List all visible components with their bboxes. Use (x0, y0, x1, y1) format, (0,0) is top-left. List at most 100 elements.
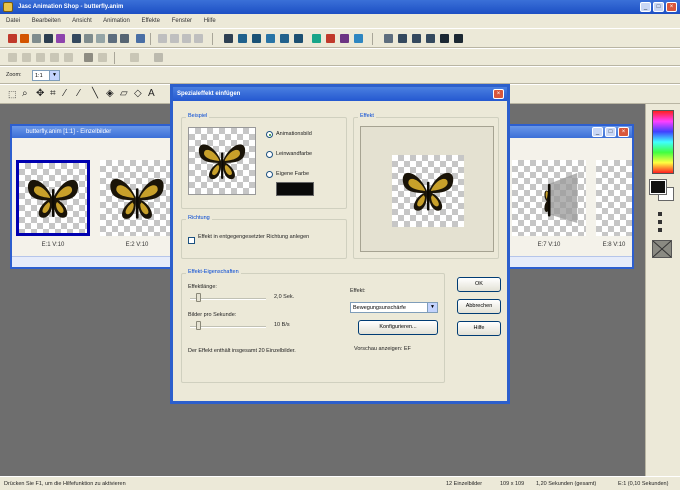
onion-skin-icon[interactable] (98, 53, 107, 62)
text-effect-icon[interactable] (280, 34, 289, 43)
configure-button[interactable]: Konfigurieren... (358, 320, 438, 335)
custom-color-swatch[interactable] (276, 182, 314, 196)
sample-preview (188, 127, 256, 195)
paste-new-icon[interactable] (108, 34, 117, 43)
color-spectrum[interactable] (652, 110, 674, 174)
menu-edit[interactable]: Bearbeiten (32, 18, 61, 24)
reverse-direction-checkbox[interactable] (188, 237, 195, 244)
menu-effects[interactable]: Effekte (141, 18, 160, 24)
playback-toolbar (0, 48, 680, 66)
chevron-down-icon: ▼ (427, 303, 437, 312)
optimize-icon[interactable] (340, 34, 349, 43)
effect-select[interactable]: Bewegungsunschärfe ▼ (350, 302, 438, 313)
main-toolbar (0, 28, 680, 48)
resize-icon[interactable] (326, 34, 335, 43)
brush-icon[interactable]: ⁄ (78, 88, 80, 99)
palette-icon[interactable] (130, 53, 139, 62)
frame-thumbnail-2[interactable] (100, 160, 174, 236)
scan-icon[interactable] (32, 34, 41, 43)
first-frame-icon[interactable] (8, 53, 17, 62)
ok-button[interactable]: OK (457, 277, 501, 292)
radio-custom-color[interactable] (266, 171, 273, 178)
help-pointer-icon[interactable] (440, 34, 449, 43)
menu-view[interactable]: Ansicht (72, 18, 92, 24)
chevron-down-icon: ▼ (49, 71, 59, 80)
palette-option-icon[interactable] (658, 228, 662, 232)
close-button[interactable]: × (666, 2, 677, 12)
status-frame-count: 12 Einzelbilder (446, 481, 483, 487)
select-arrow-icon[interactable]: ⬚ (8, 89, 17, 100)
image-transition-icon[interactable] (252, 34, 261, 43)
radio-animation-frame-label: Animationsbild (276, 131, 312, 137)
grid-icon[interactable] (154, 53, 163, 62)
copy-icon[interactable] (84, 34, 93, 43)
menu-animation[interactable]: Animation (103, 18, 130, 24)
butterfly-image (402, 172, 454, 211)
zoom-icon[interactable]: ⌕ (22, 88, 28, 99)
minimize-button[interactable]: _ (640, 2, 651, 12)
shape-icon[interactable]: ◇ (134, 88, 142, 99)
undo-list-icon[interactable] (182, 34, 191, 43)
radio-animation-frame[interactable] (266, 131, 273, 138)
paste-icon[interactable] (96, 34, 105, 43)
eraser-icon[interactable]: ▱ (120, 88, 128, 99)
effect-length-slider[interactable] (195, 293, 201, 302)
new-icon[interactable] (8, 34, 17, 43)
effect-preview-group: Effekt (353, 113, 499, 259)
preview-icon[interactable] (354, 34, 363, 43)
foreground-color-swatch[interactable] (649, 179, 667, 195)
last-frame-icon[interactable] (64, 53, 73, 62)
tile-icon[interactable] (412, 34, 421, 43)
redo-list-icon[interactable] (194, 34, 203, 43)
menu-window[interactable]: Fenster (172, 18, 192, 24)
animation-wizard-icon[interactable] (136, 34, 145, 43)
radio-canvas-color[interactable] (266, 151, 273, 158)
crop-icon[interactable] (312, 34, 321, 43)
frame-view-icon[interactable] (84, 53, 93, 62)
frame-thumbnail-8[interactable] (596, 160, 632, 236)
frame-thumbnail-1[interactable] (16, 160, 90, 236)
dropper-icon[interactable]: ⁄ (64, 88, 66, 99)
dialog-close-button[interactable]: × (493, 89, 504, 99)
swap-colors-icon[interactable] (658, 212, 662, 216)
paste-frame-icon[interactable] (120, 34, 129, 43)
play-icon[interactable] (36, 53, 45, 62)
palette-option-icon[interactable] (658, 220, 662, 224)
frame-label-1: E:1 V:10 (41, 242, 65, 248)
crop-tool-icon[interactable]: ⌗ (50, 88, 56, 99)
cancel-button[interactable]: Abbrechen (457, 299, 501, 314)
about-icon[interactable] (454, 34, 463, 43)
line-icon[interactable]: ╲ (92, 88, 98, 99)
move-icon[interactable]: ✥ (36, 88, 44, 99)
menu-help[interactable]: Hilfe (204, 18, 216, 24)
undo-icon[interactable] (158, 34, 167, 43)
save-icon[interactable] (44, 34, 53, 43)
frames-maximize-button[interactable]: □ (605, 127, 616, 137)
style-swatch[interactable] (652, 240, 672, 258)
previous-frame-icon[interactable] (22, 53, 31, 62)
fill-icon[interactable]: ◈ (106, 88, 114, 99)
fps-slider[interactable] (195, 321, 201, 330)
cascade-icon[interactable] (398, 34, 407, 43)
next-frame-icon[interactable] (50, 53, 59, 62)
arrange-icon[interactable] (426, 34, 435, 43)
image-effect-icon[interactable] (266, 34, 275, 43)
frames-close-button[interactable]: × (618, 127, 629, 137)
insert-frames-icon[interactable] (224, 34, 233, 43)
redo-icon[interactable] (170, 34, 179, 43)
cut-icon[interactable] (72, 34, 81, 43)
frame-properties-icon[interactable] (294, 34, 303, 43)
view-animation-icon[interactable] (384, 34, 393, 43)
frames-minimize-button[interactable]: _ (592, 127, 603, 137)
frame-thumbnail-7[interactable] (512, 160, 586, 236)
open-icon[interactable] (20, 34, 29, 43)
text-tool-icon[interactable]: A (148, 88, 155, 99)
zoom-select[interactable]: 1:1 ▼ (32, 70, 60, 81)
insert-image-icon[interactable] (238, 34, 247, 43)
zoom-toolbar: Zoom: 1:1 ▼ (0, 66, 680, 84)
print-icon[interactable] (56, 34, 65, 43)
menu-file[interactable]: Datei (6, 18, 20, 24)
effect-preview (360, 126, 494, 252)
help-button[interactable]: Hilfe (457, 321, 501, 336)
maximize-button[interactable]: □ (653, 2, 664, 12)
